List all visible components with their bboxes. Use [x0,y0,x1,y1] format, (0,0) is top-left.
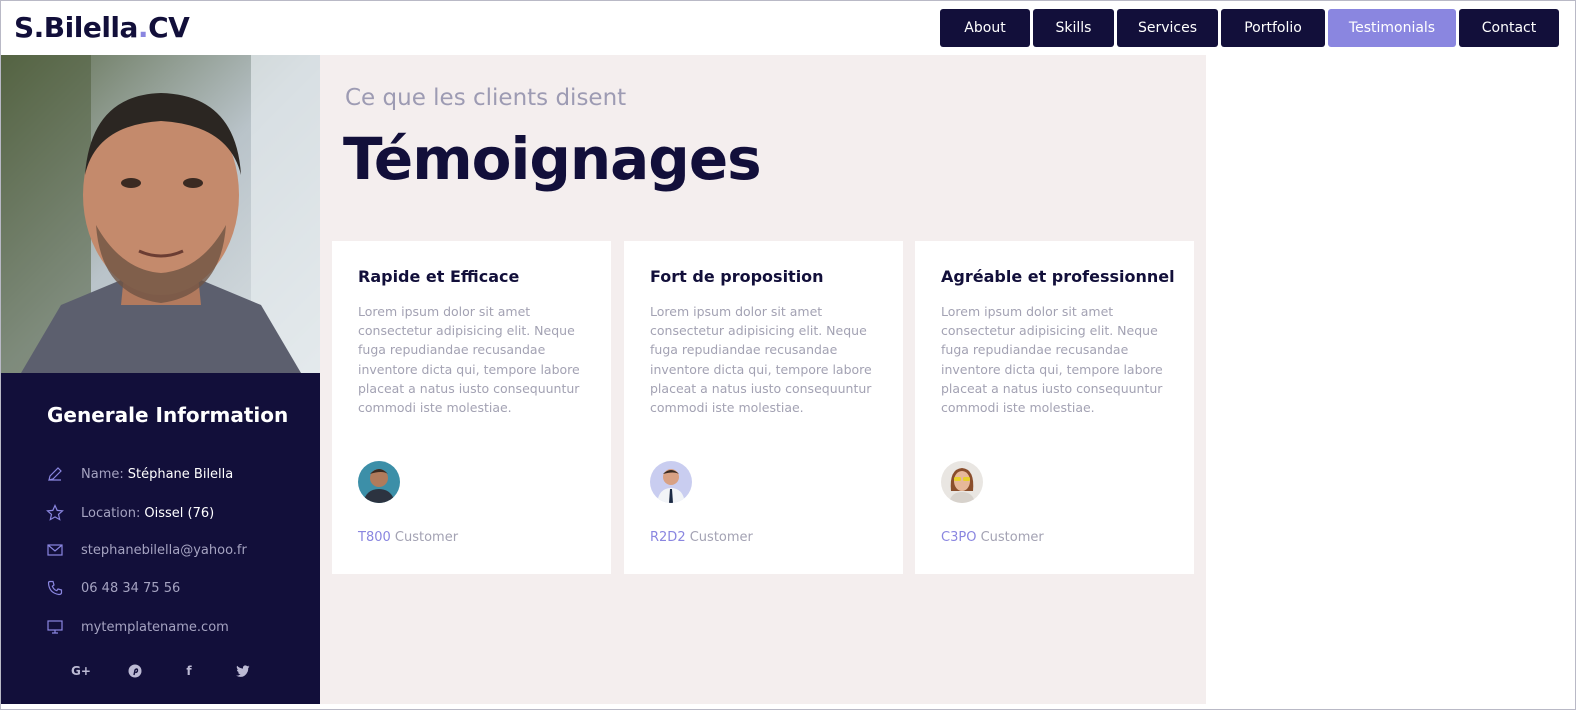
profile-photo [1,55,320,373]
star-icon [45,503,65,523]
pencil-icon [45,464,65,484]
mail-icon [45,540,65,560]
testimonial-title: Fort de proposition [650,267,824,286]
section-title: Témoignages [343,125,762,193]
monitor-icon [45,617,65,637]
info-row-phone: 06 48 34 75 56 [45,578,180,598]
customer-avatar [358,461,400,503]
testimonial-card: Fort de proposition Lorem ipsum dolor si… [624,241,903,574]
testimonial-title: Rapide et Efficace [358,267,520,286]
section-subtitle: Ce que les clients disent [345,85,627,111]
info-label-location: Location: [81,505,141,521]
social-links: G+ f [71,661,253,681]
testimonial-text: Lorem ipsum dolor sit amet consectetur a… [650,304,872,416]
google-plus-icon[interactable]: G+ [71,661,91,681]
nav-testimonials[interactable]: Testimonials [1328,9,1456,47]
customer-name: T800 [358,530,391,545]
testimonial-author: C3PO Customer [941,530,1044,545]
info-label-name: Name: [81,466,124,482]
pinterest-icon[interactable] [125,661,145,681]
customer-avatar [941,461,983,503]
testimonial-title: Agréable et professionnel [941,267,1175,286]
customer-name: C3PO [941,530,977,545]
info-value-name: Stéphane Bilella [127,466,234,482]
customer-name: R2D2 [650,530,686,545]
info-value-location: Oissel (76) [144,505,215,521]
customer-avatar [650,461,692,503]
info-row-website: mytemplatename.com [45,617,229,637]
main-nav: About Skills Services Portfolio Testimon… [940,9,1559,47]
nav-portfolio[interactable]: Portfolio [1221,9,1325,47]
testimonial-text: Lorem ipsum dolor sit amet consectetur a… [358,304,580,416]
info-row-location: Location: Oissel (76) [45,503,214,523]
testimonial-card: Rapide et Efficace Lorem ipsum dolor sit… [332,241,611,574]
testimonial-author: T800 Customer [358,530,458,545]
info-website[interactable]: mytemplatename.com [81,620,229,635]
customer-role: Customer [394,530,459,545]
testimonials-section: Ce que les clients disent Témoignages Ra… [320,55,1206,704]
nav-about[interactable]: About [940,9,1030,47]
nav-contact[interactable]: Contact [1459,9,1559,47]
info-row-email: stephanebilella@yahoo.fr [45,540,247,560]
nav-skills[interactable]: Skills [1033,9,1114,47]
site-logo[interactable]: S.Bilella.CV [14,11,190,45]
customer-role: Customer [689,530,753,545]
info-row-name: Name: Stéphane Bilella [45,464,233,484]
general-information-panel: Generale Information Name: Stéphane Bile… [1,373,320,704]
phone-icon [45,578,65,598]
nav-services[interactable]: Services [1117,9,1218,47]
testimonial-card: Agréable et professionnel Lorem ipsum do… [915,241,1194,574]
customer-role: Customer [980,530,1044,545]
site-header: S.Bilella.CV About Skills Services Portf… [1,1,1575,55]
facebook-icon[interactable]: f [179,661,199,681]
testimonial-author: R2D2 Customer [650,530,753,545]
info-email[interactable]: stephanebilella@yahoo.fr [81,543,247,558]
twitter-icon[interactable] [233,661,253,681]
info-phone[interactable]: 06 48 34 75 56 [81,581,180,596]
info-title: Generale Information [47,403,289,427]
testimonial-text: Lorem ipsum dolor sit amet consectetur a… [941,304,1163,416]
